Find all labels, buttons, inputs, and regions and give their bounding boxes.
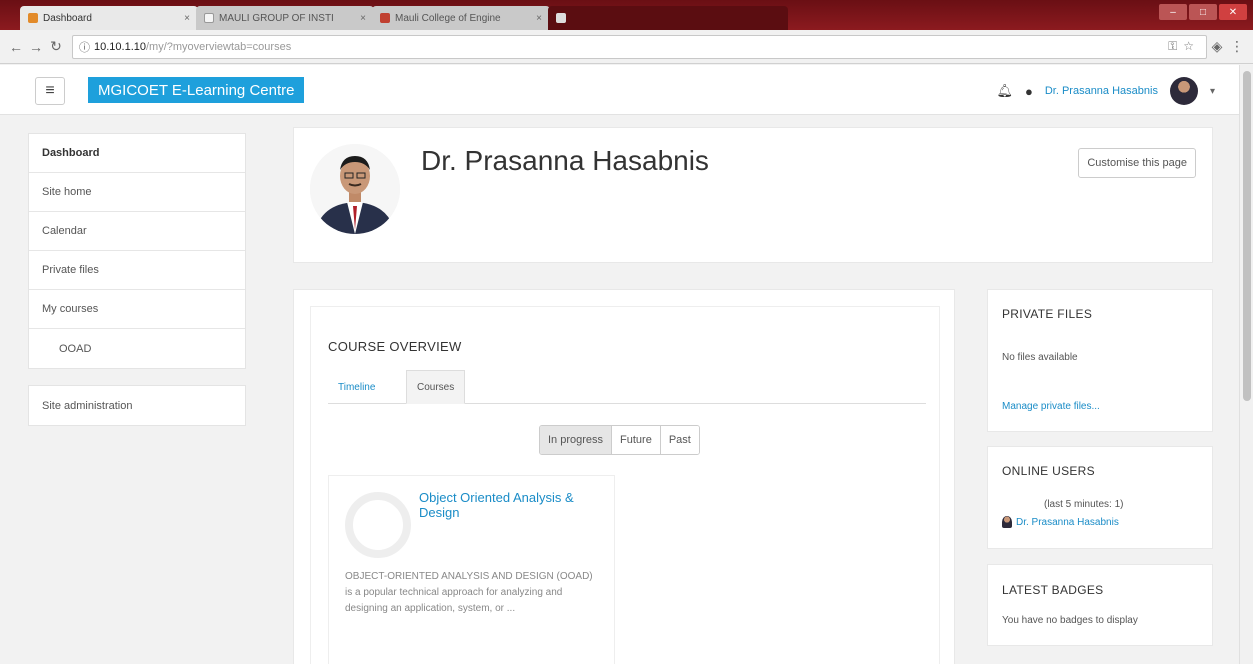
page-favicon-icon <box>556 13 566 23</box>
filter-in-progress-button[interactable]: In progress <box>540 426 613 454</box>
browser-toolbar: ← → ↻ ⓘ 10.10.1.10 /my/?myoverviewtab=co… <box>0 30 1253 64</box>
close-tab-icon[interactable]: × <box>184 13 190 24</box>
nav-item-ooad[interactable]: OOAD <box>29 329 245 368</box>
browser-tab-dashboard[interactable]: Dashboard × <box>20 6 198 30</box>
page-scrollbar[interactable] <box>1239 65 1253 664</box>
course-card: Object Oriented Analysis & Design OBJECT… <box>328 475 615 664</box>
browser-menu-icon[interactable]: ⋮ <box>1227 38 1247 55</box>
online-user-name: Dr. Prasanna Hasabnis <box>1016 516 1119 528</box>
url-path: /my/?myoverviewtab=courses <box>146 40 292 53</box>
page-title: Dr. Prasanna Hasabnis <box>421 145 709 176</box>
private-files-title: PRIVATE FILES <box>1002 307 1093 321</box>
tab-courses[interactable]: Courses <box>406 370 466 404</box>
browser-tab-mauli-college[interactable]: Mauli College of Engine × <box>372 6 550 30</box>
online-users-title: ONLINE USERS <box>1002 464 1095 478</box>
course-filter-group: In progress Future Past <box>539 425 700 455</box>
latest-badges-title: LATEST BADGES <box>1002 583 1104 597</box>
chevron-down-icon[interactable]: ▾ <box>1210 86 1215 97</box>
address-bar[interactable]: ⓘ 10.10.1.10 /my/?myoverviewtab=courses … <box>72 34 1207 59</box>
customise-page-button[interactable]: Customise this page <box>1078 148 1196 178</box>
maximize-icon[interactable]: □ <box>1189 4 1217 20</box>
nav-item-site-home[interactable]: Site home <box>29 173 245 212</box>
back-arrow-icon[interactable]: ← <box>6 39 26 55</box>
site-brand[interactable]: MGICOET E-Learning Centre <box>88 77 305 103</box>
course-name-link[interactable]: Object Oriented Analysis & Design <box>419 490 609 520</box>
close-tab-icon[interactable]: × <box>536 13 542 24</box>
course-summary: OBJECT-ORIENTED ANALYSIS AND DESIGN (OOA… <box>345 571 593 614</box>
site-navbar: ≡ MGICOET E-Learning Centre 🔔︎ ● Dr. Pra… <box>0 65 1253 115</box>
online-user-item[interactable]: Dr. Prasanna Hasabnis <box>1002 516 1119 528</box>
nav-item-dashboard[interactable]: Dashboard <box>29 134 245 173</box>
nav-item-calendar[interactable]: Calendar <box>29 212 245 251</box>
overview-tabs: Timeline Courses <box>328 370 926 404</box>
manage-private-files-link[interactable]: Manage private files... <box>1002 401 1100 412</box>
nav-item-site-administration[interactable]: Site administration <box>29 386 245 425</box>
nav-item-my-courses[interactable]: My courses <box>29 290 245 329</box>
scrollbar-thumb[interactable] <box>1243 71 1251 401</box>
course-progress-ring <box>345 492 411 558</box>
nav-item-private-files[interactable]: Private files <box>29 251 245 290</box>
hamburger-menu-icon[interactable]: ≡ <box>35 77 65 105</box>
browser-tab-mauli-group[interactable]: MAULI GROUP OF INSTI × <box>196 6 374 30</box>
minimize-icon[interactable]: – <box>1159 4 1187 20</box>
user-avatar-icon <box>1002 516 1012 528</box>
url-host: 10.10.1.10 <box>94 40 146 53</box>
page-header: Dr. Prasanna Hasabnis Customise this pag… <box>293 127 1213 263</box>
filter-future-button[interactable]: Future <box>612 426 661 454</box>
filter-past-button[interactable]: Past <box>660 426 699 454</box>
main-region: COURSE OVERVIEW Timeline Courses In prog… <box>293 289 955 664</box>
notification-bell-icon[interactable]: 🔔︎ <box>996 83 1013 99</box>
course-overview-title: COURSE OVERVIEW <box>328 339 462 354</box>
moodle-favicon-icon <box>28 13 38 23</box>
private-files-empty: No files available <box>1002 352 1078 363</box>
online-users-period: (last 5 minutes: 1) <box>1044 499 1124 510</box>
latest-badges-empty: You have no badges to display <box>1002 615 1138 626</box>
nav-block-main: Dashboard Site home Calendar Private fil… <box>28 133 246 369</box>
forward-arrow-icon[interactable]: → <box>26 39 46 55</box>
extension-icon[interactable]: ◈ <box>1207 38 1227 55</box>
online-users-block: ONLINE USERS (last 5 minutes: 1) Dr. Pra… <box>987 446 1213 549</box>
avatar <box>310 144 400 234</box>
college-favicon-icon <box>380 13 390 23</box>
avatar[interactable] <box>1169 77 1198 105</box>
reload-icon[interactable]: ↻ <box>46 38 66 55</box>
info-icon[interactable]: ⓘ <box>79 39 90 55</box>
messages-icon[interactable]: ● <box>1025 84 1033 99</box>
close-window-icon[interactable]: ✕ <box>1219 4 1247 20</box>
page-favicon-icon <box>204 13 214 23</box>
nav-block-admin: Site administration <box>28 385 246 426</box>
private-files-block: PRIVATE FILES No files available Manage … <box>987 289 1213 432</box>
user-nav: 🔔︎ ● Dr. Prasanna Hasabnis ▾ <box>996 77 1215 105</box>
browser-tabstrip: Dashboard × MAULI GROUP OF INSTI × Mauli… <box>0 0 1253 30</box>
bookmark-star-icon[interactable]: ⚿☆ <box>1168 39 1200 54</box>
browser-tab-other[interactable] <box>548 6 788 30</box>
tab-timeline[interactable]: Timeline <box>328 370 385 404</box>
course-overview-block: COURSE OVERVIEW Timeline Courses In prog… <box>310 306 940 664</box>
window-controls: – □ ✕ <box>1159 4 1247 20</box>
user-menu-name[interactable]: Dr. Prasanna Hasabnis <box>1045 85 1158 97</box>
close-tab-icon[interactable]: × <box>360 13 366 24</box>
user-photo-icon <box>310 144 400 234</box>
nav-drawer: Dashboard Site home Calendar Private fil… <box>28 133 246 426</box>
latest-badges-block: LATEST BADGES You have no badges to disp… <box>987 564 1213 646</box>
